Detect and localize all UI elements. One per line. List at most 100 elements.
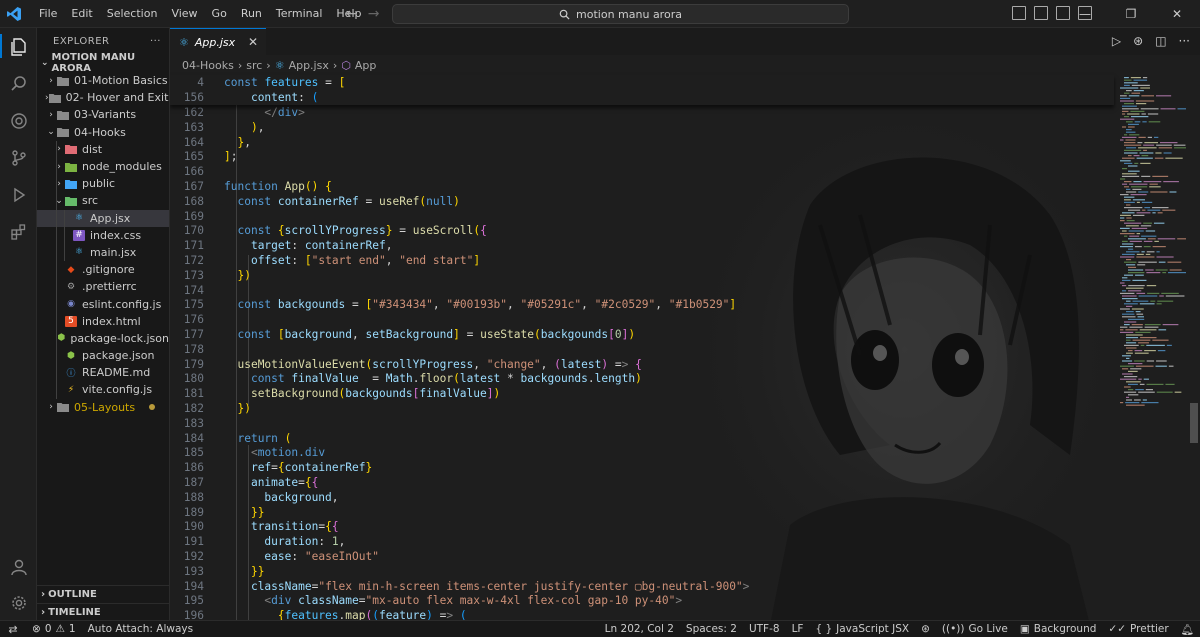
notifications-bell-icon[interactable]: 🔔︎ (1175, 623, 1200, 636)
menu-terminal[interactable]: Terminal (269, 0, 330, 28)
forward-arrow-icon[interactable]: → (368, 6, 380, 22)
tab-app-jsx[interactable]: ⚛ App.jsx ✕ (170, 28, 266, 55)
command-center-search[interactable]: motion manu arora (392, 4, 849, 24)
run-icon[interactable]: ▷ (1112, 34, 1121, 48)
scrollbar-thumb[interactable] (1190, 403, 1198, 443)
code-line[interactable]: 177 const [background, setBackground] = … (170, 327, 1118, 342)
language-mode[interactable]: { } JavaScript JSX (809, 623, 915, 635)
sticky-line[interactable]: content: ( (224, 90, 318, 105)
menu-edit[interactable]: Edit (64, 0, 99, 28)
code-line[interactable]: 167 function App() { (170, 179, 1118, 194)
copilot-status-icon[interactable]: ⊛ (915, 623, 936, 635)
menu-go[interactable]: Go (205, 0, 234, 28)
code-line[interactable]: 184 return ( (170, 431, 1118, 446)
tree-folder[interactable]: ⌄ src (37, 192, 169, 210)
code-line[interactable]: 186 ref={containerRef} (170, 460, 1118, 475)
close-tab-icon[interactable]: ✕ (248, 35, 258, 49)
tree-file[interactable]: ⚛ main.jsx (37, 243, 169, 262)
code-line[interactable]: 170 const {scrollYProgress} = useScroll(… (170, 223, 1118, 238)
menu-view[interactable]: View (164, 0, 204, 28)
code-line[interactable]: 174 (170, 283, 1118, 298)
code-line[interactable]: 169 (170, 209, 1118, 224)
breadcrumb-folder[interactable]: 04-Hooks (182, 59, 234, 72)
outline-section[interactable]: › OUTLINE (37, 585, 169, 603)
code-line[interactable]: 194 className="flex min-h-screen items-c… (170, 579, 1118, 594)
close-window-icon[interactable]: ✕ (1154, 0, 1200, 28)
tree-file[interactable]: # index.css (37, 226, 169, 244)
code-line[interactable]: 168 const containerRef = useRef(null) (170, 194, 1118, 209)
back-arrow-icon[interactable]: ← (346, 6, 358, 22)
code-line[interactable]: 165]; (170, 149, 1118, 164)
timeline-section[interactable]: › TIMELINE (37, 603, 169, 620)
code-line[interactable]: 196 {features.map((feature) => ( (170, 608, 1118, 620)
background-extension-button[interactable]: ▣ Background (1014, 623, 1103, 635)
minimap[interactable] (1118, 75, 1188, 475)
menu-file[interactable]: File (32, 0, 64, 28)
tree-folder[interactable]: › 03-Variants (37, 106, 169, 123)
sticky-line[interactable]: const features = [ (224, 75, 345, 90)
tree-folder[interactable]: › 05-Layouts (37, 399, 169, 416)
menu-run[interactable]: Run (234, 0, 269, 28)
run-debug-icon[interactable] (8, 184, 30, 206)
tree-file[interactable]: ⬢ package.json (37, 347, 169, 365)
encoding-status[interactable]: UTF-8 (743, 623, 786, 635)
more-actions-icon[interactable]: ··· (150, 36, 161, 47)
code-line[interactable]: 189 }} (170, 505, 1118, 520)
tree-file[interactable]: ◉ eslint.config.js (37, 295, 169, 313)
tree-file[interactable]: ⚙ .prettierrc (37, 278, 169, 296)
copilot-icon[interactable] (8, 110, 30, 132)
tree-file[interactable]: ⚡ vite.config.js (37, 381, 169, 399)
code-line[interactable]: 176 (170, 312, 1118, 327)
split-editor-icon[interactable]: ◫ (1155, 34, 1166, 48)
tree-file[interactable]: 5 index.html (37, 312, 169, 330)
code-line[interactable]: 162 </div> (170, 105, 1118, 120)
toggle-sidebar-icon[interactable] (1012, 6, 1026, 20)
more-actions-icon[interactable]: ··· (1179, 34, 1190, 48)
minimize-icon[interactable]: — (1062, 0, 1108, 28)
code-line[interactable]: 172 offset: ["start end", "end start"] (170, 253, 1118, 268)
workspace-root[interactable]: ⌄ MOTION MANU ARORA (37, 52, 169, 74)
code-line[interactable]: 183 (170, 416, 1118, 431)
code-line[interactable]: 190 transition={{ (170, 519, 1118, 534)
menu-selection[interactable]: Selection (100, 0, 165, 28)
go-live-button[interactable]: ((•)) Go Live (936, 623, 1014, 635)
explorer-icon[interactable] (8, 36, 30, 58)
cursor-position[interactable]: Ln 202, Col 2 (599, 623, 680, 635)
code-line[interactable]: 187 animate={{ (170, 475, 1118, 490)
eol-status[interactable]: LF (786, 623, 810, 635)
source-control-icon[interactable] (8, 147, 30, 169)
settings-gear-icon[interactable] (8, 592, 30, 614)
code-line[interactable]: 191 duration: 1, (170, 534, 1118, 549)
tree-file[interactable]: ⚛ App.jsx (37, 209, 169, 227)
code-area[interactable]: 4 const features = [ 156 content: ( 162 <… (170, 75, 1200, 620)
breadcrumb-folder[interactable]: src (246, 59, 262, 72)
code-line[interactable]: 193 }} (170, 564, 1118, 579)
tree-folder[interactable]: › 02- Hover and Exit... (37, 89, 169, 106)
code-line[interactable]: 164 }, (170, 135, 1118, 150)
tree-file[interactable]: ⓘ README.md (37, 364, 169, 382)
tree-folder[interactable]: › node_modules (37, 157, 169, 176)
tree-folder[interactable]: › dist (37, 140, 169, 158)
code-line[interactable]: 171 target: containerRef, (170, 238, 1118, 253)
indentation-status[interactable]: Spaces: 2 (680, 623, 743, 635)
tree-file[interactable]: ⬢ package-lock.json (37, 329, 169, 347)
code-line[interactable]: 178 (170, 342, 1118, 357)
code-line[interactable]: 188 background, (170, 490, 1118, 505)
tree-folder[interactable]: › public (37, 175, 169, 193)
problems-indicator[interactable]: ⊗ 0 ⚠ 1 (26, 623, 82, 635)
breadcrumb-file[interactable]: App.jsx (289, 59, 329, 72)
tree-file[interactable]: ◆ .gitignore (37, 261, 169, 279)
search-icon[interactable] (8, 73, 30, 95)
code-line[interactable]: 192 ease: "easeInOut" (170, 549, 1118, 564)
extensions-icon[interactable] (8, 221, 30, 243)
code-line[interactable]: 182 }) (170, 401, 1118, 416)
code-line[interactable]: 163 ), (170, 120, 1118, 135)
code-line[interactable]: 181 setBackground(backgounds[finalValue]… (170, 386, 1118, 401)
code-line[interactable]: 180 const finalValue = Math.floor(latest… (170, 371, 1118, 386)
account-icon[interactable] (8, 556, 30, 578)
vertical-scrollbar[interactable] (1188, 75, 1200, 620)
breadcrumb-symbol[interactable]: App (355, 59, 377, 72)
code-line[interactable]: 179 useMotionValueEvent(scrollYProgress,… (170, 357, 1118, 372)
prettier-button[interactable]: ✓✓ Prettier (1102, 623, 1174, 635)
remote-indicator-icon[interactable]: ⇄ (0, 621, 26, 637)
